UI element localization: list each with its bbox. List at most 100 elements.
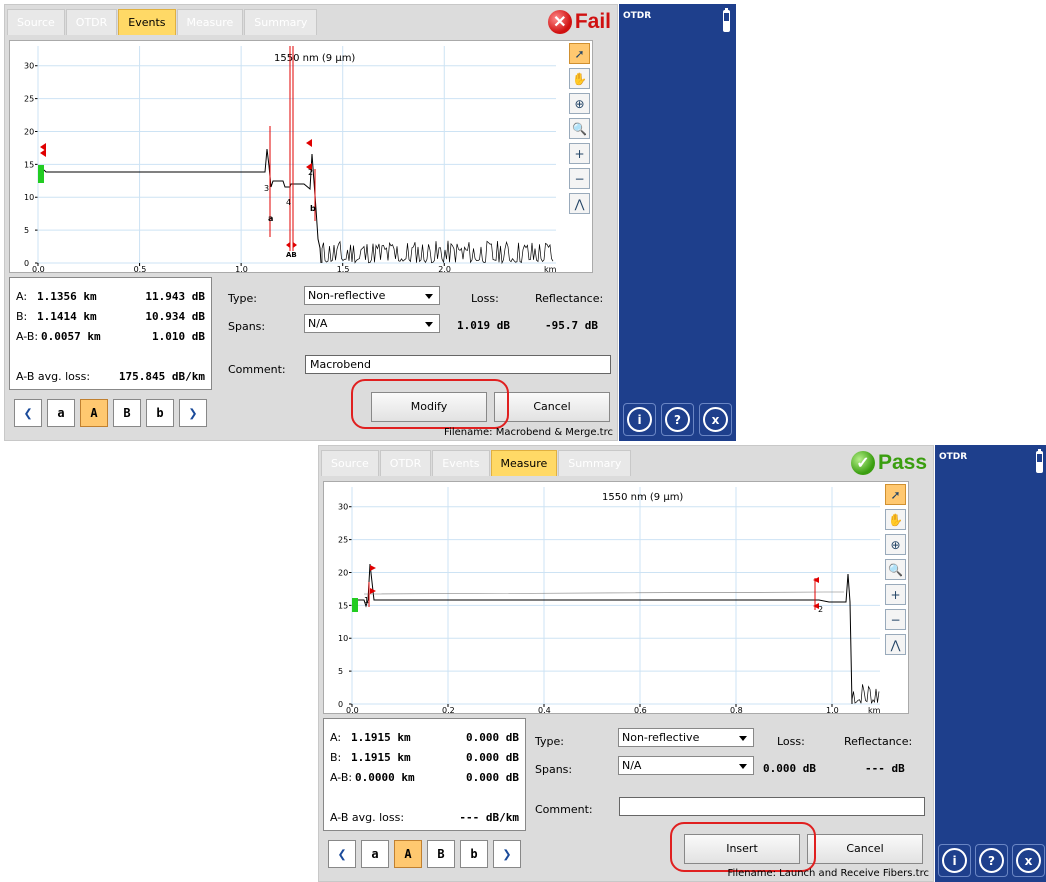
ab-marker-arrows	[286, 242, 297, 248]
trace-plot: 0 5 10 15 20 25 30 0.0 0.5 1.0 1.5 2.0 km 1550 nm (9 …	[24, 46, 557, 272]
prev-event-button[interactable]: ❮	[328, 840, 356, 868]
zoom-fit-icon[interactable]: 🔍	[885, 559, 906, 580]
spans-select[interactable]: N/A	[304, 314, 440, 333]
x-axis-unit: km	[544, 265, 557, 272]
zoom-out-icon[interactable]: −	[569, 168, 590, 189]
y-tick-label: 10	[24, 193, 34, 202]
peak-view-icon[interactable]: ⋀	[569, 193, 590, 214]
x-tick-label: 1.5	[337, 265, 350, 272]
graph-title: 1550 nm (9 µm)	[602, 492, 683, 503]
x-tick-label: 2.0	[438, 265, 451, 272]
marker-a-upper-button[interactable]: A	[80, 399, 108, 427]
tab-summary[interactable]: Summary	[244, 9, 318, 35]
launch-level-marker	[38, 165, 44, 183]
marker-ab-label: A-B:	[16, 330, 39, 343]
event-marker-arrow	[370, 565, 376, 571]
comment-input[interactable]	[619, 797, 925, 816]
noise-floor	[851, 684, 880, 704]
zoom-area-icon[interactable]: ⊕	[569, 93, 590, 114]
zoom-in-icon[interactable]: +	[569, 143, 590, 164]
y-tick-label: 30	[338, 503, 348, 512]
marker-ab-distance: 0.0057 km	[41, 330, 101, 343]
tab-otdr[interactable]: OTDR	[379, 450, 432, 476]
marker-a-distance: 1.1356 km	[37, 290, 97, 303]
side-panel-title: OTDR	[939, 452, 968, 462]
marker-b-lower-button[interactable]: b	[460, 840, 488, 868]
arrow-pointer-icon[interactable]: ➚	[885, 484, 906, 505]
y-tick-label: 0	[24, 259, 29, 268]
info-button[interactable]: i	[623, 403, 656, 436]
loss-value: 1.019 dB	[457, 319, 510, 332]
x-tick-label: 0.6	[634, 706, 647, 713]
tab-measure[interactable]: Measure	[176, 9, 244, 35]
hand-pan-icon[interactable]: ✋	[885, 509, 906, 530]
marker-ab-distance: 0.0000 km	[355, 771, 415, 784]
peak-view-icon[interactable]: ⋀	[885, 634, 906, 655]
event-label-3: 3	[264, 184, 269, 193]
marker-ab-level: 1.010 dB	[152, 330, 205, 343]
close-button[interactable]: x	[699, 403, 732, 436]
next-event-button[interactable]: ❯	[179, 399, 207, 427]
y-tick-label: 15	[24, 160, 34, 169]
marker-a-label: A:	[16, 290, 28, 303]
avg-loss-value: --- dB/km	[459, 811, 519, 824]
event-label-4: 4	[286, 198, 291, 207]
spans-label: Spans:	[228, 320, 266, 333]
spans-label: Spans:	[535, 763, 573, 776]
graph-toolbar: ➚ ✋ ⊕ 🔍 + − ⋀	[568, 41, 592, 218]
marker-b-upper-button[interactable]: B	[113, 399, 141, 427]
loss-label: Loss:	[471, 292, 499, 305]
tab-measure[interactable]: Measure	[490, 450, 558, 476]
marker-a-lower-button[interactable]: a	[47, 399, 75, 427]
marker-a-distance: 1.1915 km	[351, 731, 411, 744]
marker-b-label: B:	[330, 751, 342, 764]
help-icon: ?	[979, 848, 1004, 873]
marker-b-lower-button[interactable]: b	[146, 399, 174, 427]
zoom-out-icon[interactable]: −	[885, 609, 906, 630]
type-select-value: Non-reflective	[622, 731, 700, 744]
zoom-fit-icon[interactable]: 🔍	[569, 118, 590, 139]
tab-otdr[interactable]: OTDR	[65, 9, 118, 35]
tab-source[interactable]: Source	[7, 9, 65, 35]
help-button[interactable]: ?	[661, 403, 694, 436]
reflectance-label: Reflectance:	[844, 735, 913, 748]
type-select[interactable]: Non-reflective	[618, 728, 754, 747]
spans-select-value: N/A	[308, 317, 328, 330]
help-button[interactable]: ?	[975, 844, 1008, 877]
comment-input[interactable]: Macrobend	[305, 355, 611, 374]
chevron-down-icon	[739, 736, 747, 741]
marker-b-upper-button[interactable]: B	[427, 840, 455, 868]
hand-pan-icon[interactable]: ✋	[569, 68, 590, 89]
status-indicator: ✕ Fail	[547, 7, 611, 37]
close-button[interactable]: x	[1012, 844, 1045, 877]
loss-label: Loss:	[777, 735, 805, 748]
type-select[interactable]: Non-reflective	[304, 286, 440, 305]
tab-summary[interactable]: Summary	[558, 450, 632, 476]
tab-events[interactable]: Events	[432, 450, 490, 476]
marker-a-upper-button[interactable]: A	[394, 840, 422, 868]
x-tick-label: 0.8	[730, 706, 743, 713]
tab-events[interactable]: Events	[118, 9, 176, 35]
cancel-button[interactable]: Cancel	[807, 834, 923, 864]
cancel-button[interactable]: Cancel	[494, 392, 610, 422]
trace-graph[interactable]: 0 5 10 15 20 25 30 0.0 0.2 0.4 0.6 0.8 1.0 km 1550 nm …	[323, 481, 909, 714]
info-button[interactable]: i	[938, 844, 971, 877]
tab-source[interactable]: Source	[321, 450, 379, 476]
chevron-down-icon	[425, 294, 433, 299]
event-label-2: 2	[308, 168, 313, 177]
trace-graph[interactable]: 0 5 10 15 20 25 30 0.0 0.5 1.0 1.5 2.0 km 1550 nm (9 …	[9, 40, 593, 273]
next-event-button[interactable]: ❯	[493, 840, 521, 868]
marker-a-lower-button[interactable]: a	[361, 840, 389, 868]
zoom-area-icon[interactable]: ⊕	[885, 534, 906, 555]
arrow-pointer-icon[interactable]: ➚	[569, 43, 590, 64]
side-panel-title: OTDR	[623, 11, 652, 21]
marker-label-b: b	[310, 204, 316, 213]
comment-label: Comment:	[228, 363, 286, 376]
launch-marker-arrow	[40, 149, 46, 157]
graph-title: 1550 nm (9 µm)	[274, 53, 355, 64]
zoom-in-icon[interactable]: +	[885, 584, 906, 605]
reference-trace	[363, 591, 844, 595]
prev-event-button[interactable]: ❮	[14, 399, 42, 427]
chevron-down-icon	[739, 764, 747, 769]
spans-select[interactable]: N/A	[618, 756, 754, 775]
